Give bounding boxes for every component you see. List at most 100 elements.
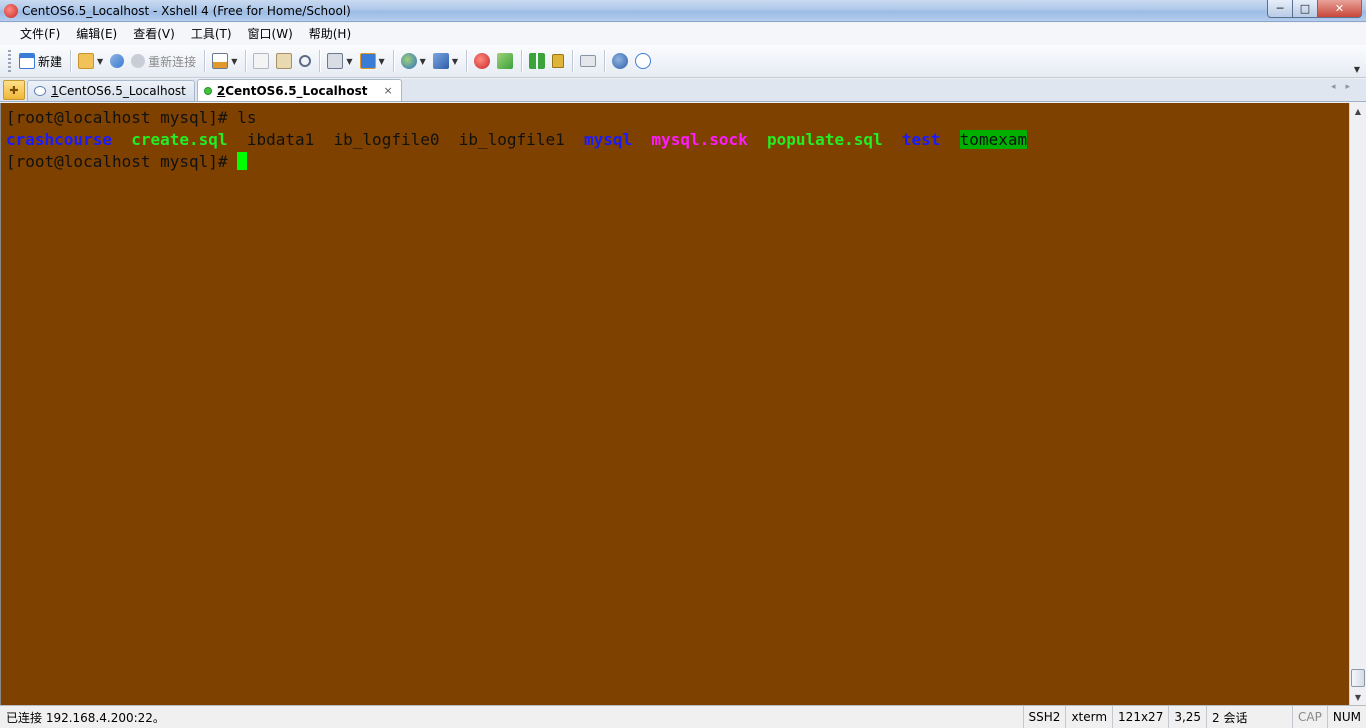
new-tab-button[interactable]: ✚ — [3, 80, 25, 100]
menu-window[interactable]: 窗口(W) — [240, 23, 301, 45]
menu-file[interactable]: 文件(F) — [12, 23, 68, 45]
reconnect-button[interactable]: 重新连接 — [128, 49, 199, 73]
new-session-button[interactable]: 新建 — [16, 49, 65, 73]
keyboard-button[interactable] — [577, 49, 599, 73]
keyboard-icon — [579, 55, 596, 67]
terminal-text: [root@localhost mysql]# ls — [6, 108, 257, 127]
menu-tools[interactable]: 工具(T) — [183, 23, 240, 45]
toolbar-separator — [392, 50, 394, 72]
menu-help[interactable]: 帮助(H) — [301, 23, 359, 45]
xftp-button[interactable] — [471, 49, 493, 73]
terminal-text: tomexam — [959, 130, 1028, 149]
find-icon — [299, 55, 312, 67]
chevron-down-icon: ▼ — [451, 56, 458, 66]
terminal-text: crashcourse — [6, 130, 112, 149]
scroll-down-icon[interactable]: ▼ — [1350, 689, 1366, 705]
toolbar-separator — [603, 50, 605, 72]
layout-button[interactable] — [526, 49, 548, 73]
tab-session-1[interactable]: 1 CentOS6.5_Localhost — [27, 80, 195, 101]
vertical-scrollbar[interactable]: ▲ ▼ — [1349, 103, 1366, 705]
chat-button[interactable] — [632, 49, 654, 73]
properties-button[interactable]: ▼ — [209, 49, 240, 73]
tab-session-2[interactable]: 2 CentOS6.5_Localhost × — [196, 79, 402, 101]
scroll-up-icon[interactable]: ▲ — [1350, 103, 1366, 119]
lock-icon — [551, 54, 564, 68]
print-icon — [327, 53, 344, 69]
terminal-text: [root@localhost mysql]# — [6, 152, 238, 171]
connection-status: 已连接 192.168.4.200:22。 — [6, 710, 165, 725]
chevron-down-icon: ▼ — [97, 56, 104, 66]
properties-icon — [212, 53, 229, 69]
num-lock-status: NUM — [1326, 706, 1366, 728]
chat-icon — [634, 53, 651, 69]
close-button[interactable]: ✕ — [1318, 0, 1362, 18]
help-icon — [611, 53, 628, 69]
terminal-line: crashcourse create.sql ibdata1 ib_logfil… — [6, 129, 1349, 151]
connected-status-icon — [203, 86, 212, 95]
copy-button[interactable] — [250, 49, 272, 73]
chat-bubble-icon — [34, 86, 46, 96]
window-title: CentOS6.5_Localhost - Xshell 4 (Free for… — [22, 3, 351, 18]
reconnect-label: 重新连接 — [148, 54, 197, 69]
transfer-icon — [359, 53, 376, 69]
session-count-status: 2 会话 — [1206, 706, 1292, 728]
terminal-text: mysql — [583, 130, 633, 149]
minimize-button[interactable]: ─ — [1267, 0, 1293, 18]
font-button[interactable]: ▼ — [430, 49, 461, 73]
tab-number: 1 — [51, 84, 59, 98]
tab-scroll-arrows[interactable]: ◂▸ — [1331, 82, 1360, 92]
tab-label: CentOS6.5_Localhost — [225, 83, 368, 98]
terminal-text: mysql.sock — [651, 130, 748, 149]
toolbar-separator — [70, 50, 72, 72]
chevron-down-icon: ▼ — [231, 56, 238, 66]
menu-view[interactable]: 查看(V) — [125, 23, 183, 45]
help-button[interactable] — [609, 49, 631, 73]
find-button[interactable] — [296, 49, 314, 73]
terminal-text: test — [901, 130, 941, 149]
terminal-text: ibdata1 ib_logfile0 ib_logfile1 — [227, 130, 584, 149]
tab-number: 2 — [216, 83, 226, 98]
terminal-cursor — [237, 152, 248, 170]
menu-edit[interactable]: 编辑(E) — [68, 23, 125, 45]
paste-button[interactable] — [273, 49, 295, 73]
terminal-text: populate.sql — [767, 130, 883, 149]
caps-lock-status: CAP — [1292, 706, 1327, 728]
toolbar-separator — [571, 50, 573, 72]
menu-bar: 文件(F) 编辑(E) 查看(V) 工具(T) 窗口(W) 帮助(H) — [0, 23, 1366, 45]
scroll-thumb[interactable] — [1351, 669, 1365, 687]
print-button[interactable]: ▼ — [324, 49, 355, 73]
transfer-button[interactable]: ▼ — [357, 49, 388, 73]
globe-button[interactable]: ▼ — [398, 49, 429, 73]
toolbar-separator — [245, 50, 247, 72]
toolbar-separator — [520, 50, 522, 72]
compose-icon — [496, 53, 513, 69]
open-folder-icon — [78, 53, 95, 69]
chevron-down-icon: ▼ — [419, 56, 426, 66]
protocol-status: SSH2 — [1022, 706, 1066, 728]
toolbar-separator — [319, 50, 321, 72]
xshell-logo-icon — [4, 3, 18, 18]
globe-icon — [400, 53, 417, 69]
toolbar-separator — [465, 50, 467, 72]
lock-button[interactable] — [549, 49, 567, 73]
copy-icon — [253, 53, 270, 69]
tab-close-icon[interactable]: × — [383, 84, 392, 97]
new-session-label: 新建 — [38, 54, 63, 69]
toolbar: 新建 ▼ 重新连接 ▼ ▼ ▼ ▼ ▼ ▼ — [0, 45, 1366, 78]
tab-label: CentOS6.5_Localhost — [58, 84, 186, 98]
open-button[interactable]: ▼ — [75, 49, 106, 73]
compose-button[interactable] — [494, 49, 516, 73]
toolbar-grip[interactable] — [8, 50, 11, 72]
maximize-button[interactable]: □ — [1293, 0, 1318, 18]
chevron-down-icon: ▼ — [378, 56, 385, 66]
terminal-screen[interactable]: [root@localhost mysql]# ls crashcourse cr… — [0, 103, 1349, 705]
tab-bar: ✚ 1 CentOS6.5_Localhost 2 CentOS6.5_Loca… — [0, 79, 1366, 102]
toolbar-overflow-icon[interactable]: ▼ — [1354, 65, 1360, 74]
connect-button[interactable] — [107, 49, 127, 73]
chevron-down-icon: ▼ — [346, 56, 353, 66]
